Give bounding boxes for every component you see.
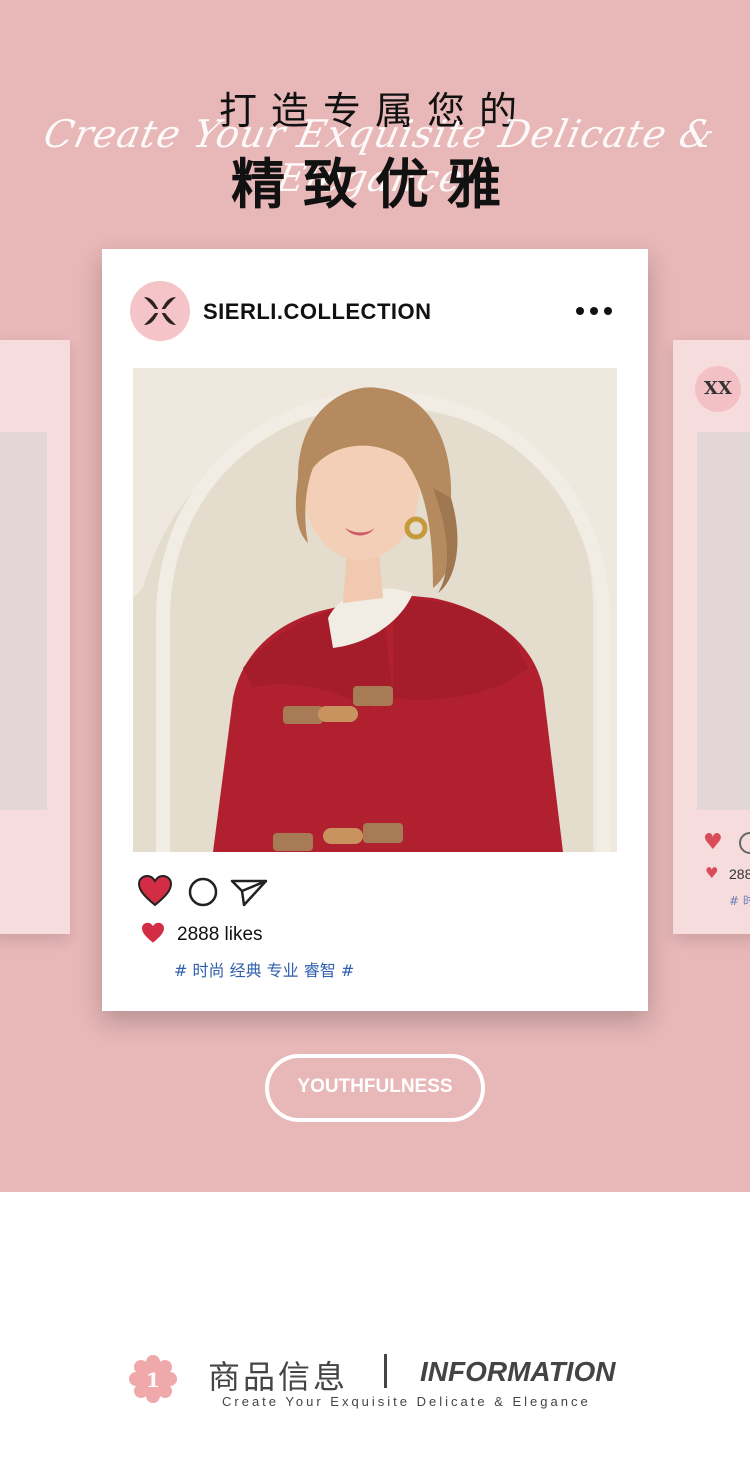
svg-text:1: 1 <box>146 1368 160 1392</box>
hero-title-main: 精致优雅 <box>231 153 519 216</box>
flower-number-icon: 1 <box>129 1355 177 1403</box>
brand-logo-icon <box>144 297 176 325</box>
likes-count[interactable]: 2888 likes <box>177 924 263 946</box>
youthfulness-badge-button[interactable]: YOUTHFULNESS <box>265 1054 485 1122</box>
side-card-right-photo <box>697 432 750 810</box>
post-actions <box>138 875 278 909</box>
hero-banner: 打造专属您的 Create Your Exquisite Delicate & … <box>0 0 750 1192</box>
brand-logo-avatar[interactable] <box>130 281 190 341</box>
comment-icon[interactable] <box>188 877 218 907</box>
heart-icon[interactable] <box>138 875 172 907</box>
side-card-left <box>0 340 70 934</box>
youthfulness-label: YOUTHFULNESS <box>297 1076 453 1097</box>
info-subtitle: Create Your Exquisite Delicate & Eleganc… <box>222 1394 591 1409</box>
like-heart-icon <box>142 922 164 943</box>
side-card-tag: # 时 <box>729 894 750 908</box>
side-card-like-heart-icon: ♥ <box>705 864 719 882</box>
share-icon[interactable] <box>230 877 268 907</box>
side-card-heart-icon: ♥ <box>703 830 723 855</box>
side-card-logo: XX <box>695 366 741 412</box>
product-info-header: 1 商品信息 INFORMATION Create Your Exquisite… <box>0 1330 750 1430</box>
post-card: SIERLI.COLLECTION 2888 likes # 时尚 经典 专业 … <box>102 249 648 1011</box>
more-options-icon[interactable] <box>574 305 614 317</box>
post-photo <box>133 368 617 852</box>
info-divider <box>384 1354 387 1388</box>
side-card-left-photo <box>0 432 47 810</box>
hashtags[interactable]: # 时尚 经典 专业 睿智 # <box>174 957 354 981</box>
info-title-cn: 商品信息 <box>208 1358 349 1396</box>
side-card-comment-icon <box>739 832 750 854</box>
side-card-likes: 288 <box>729 866 750 882</box>
side-card-right: XX ♥ ♥ 288 # 时 <box>673 340 750 934</box>
info-title-en: INFORMATION <box>420 1356 616 1387</box>
account-name[interactable]: SIERLI.COLLECTION <box>203 299 432 325</box>
